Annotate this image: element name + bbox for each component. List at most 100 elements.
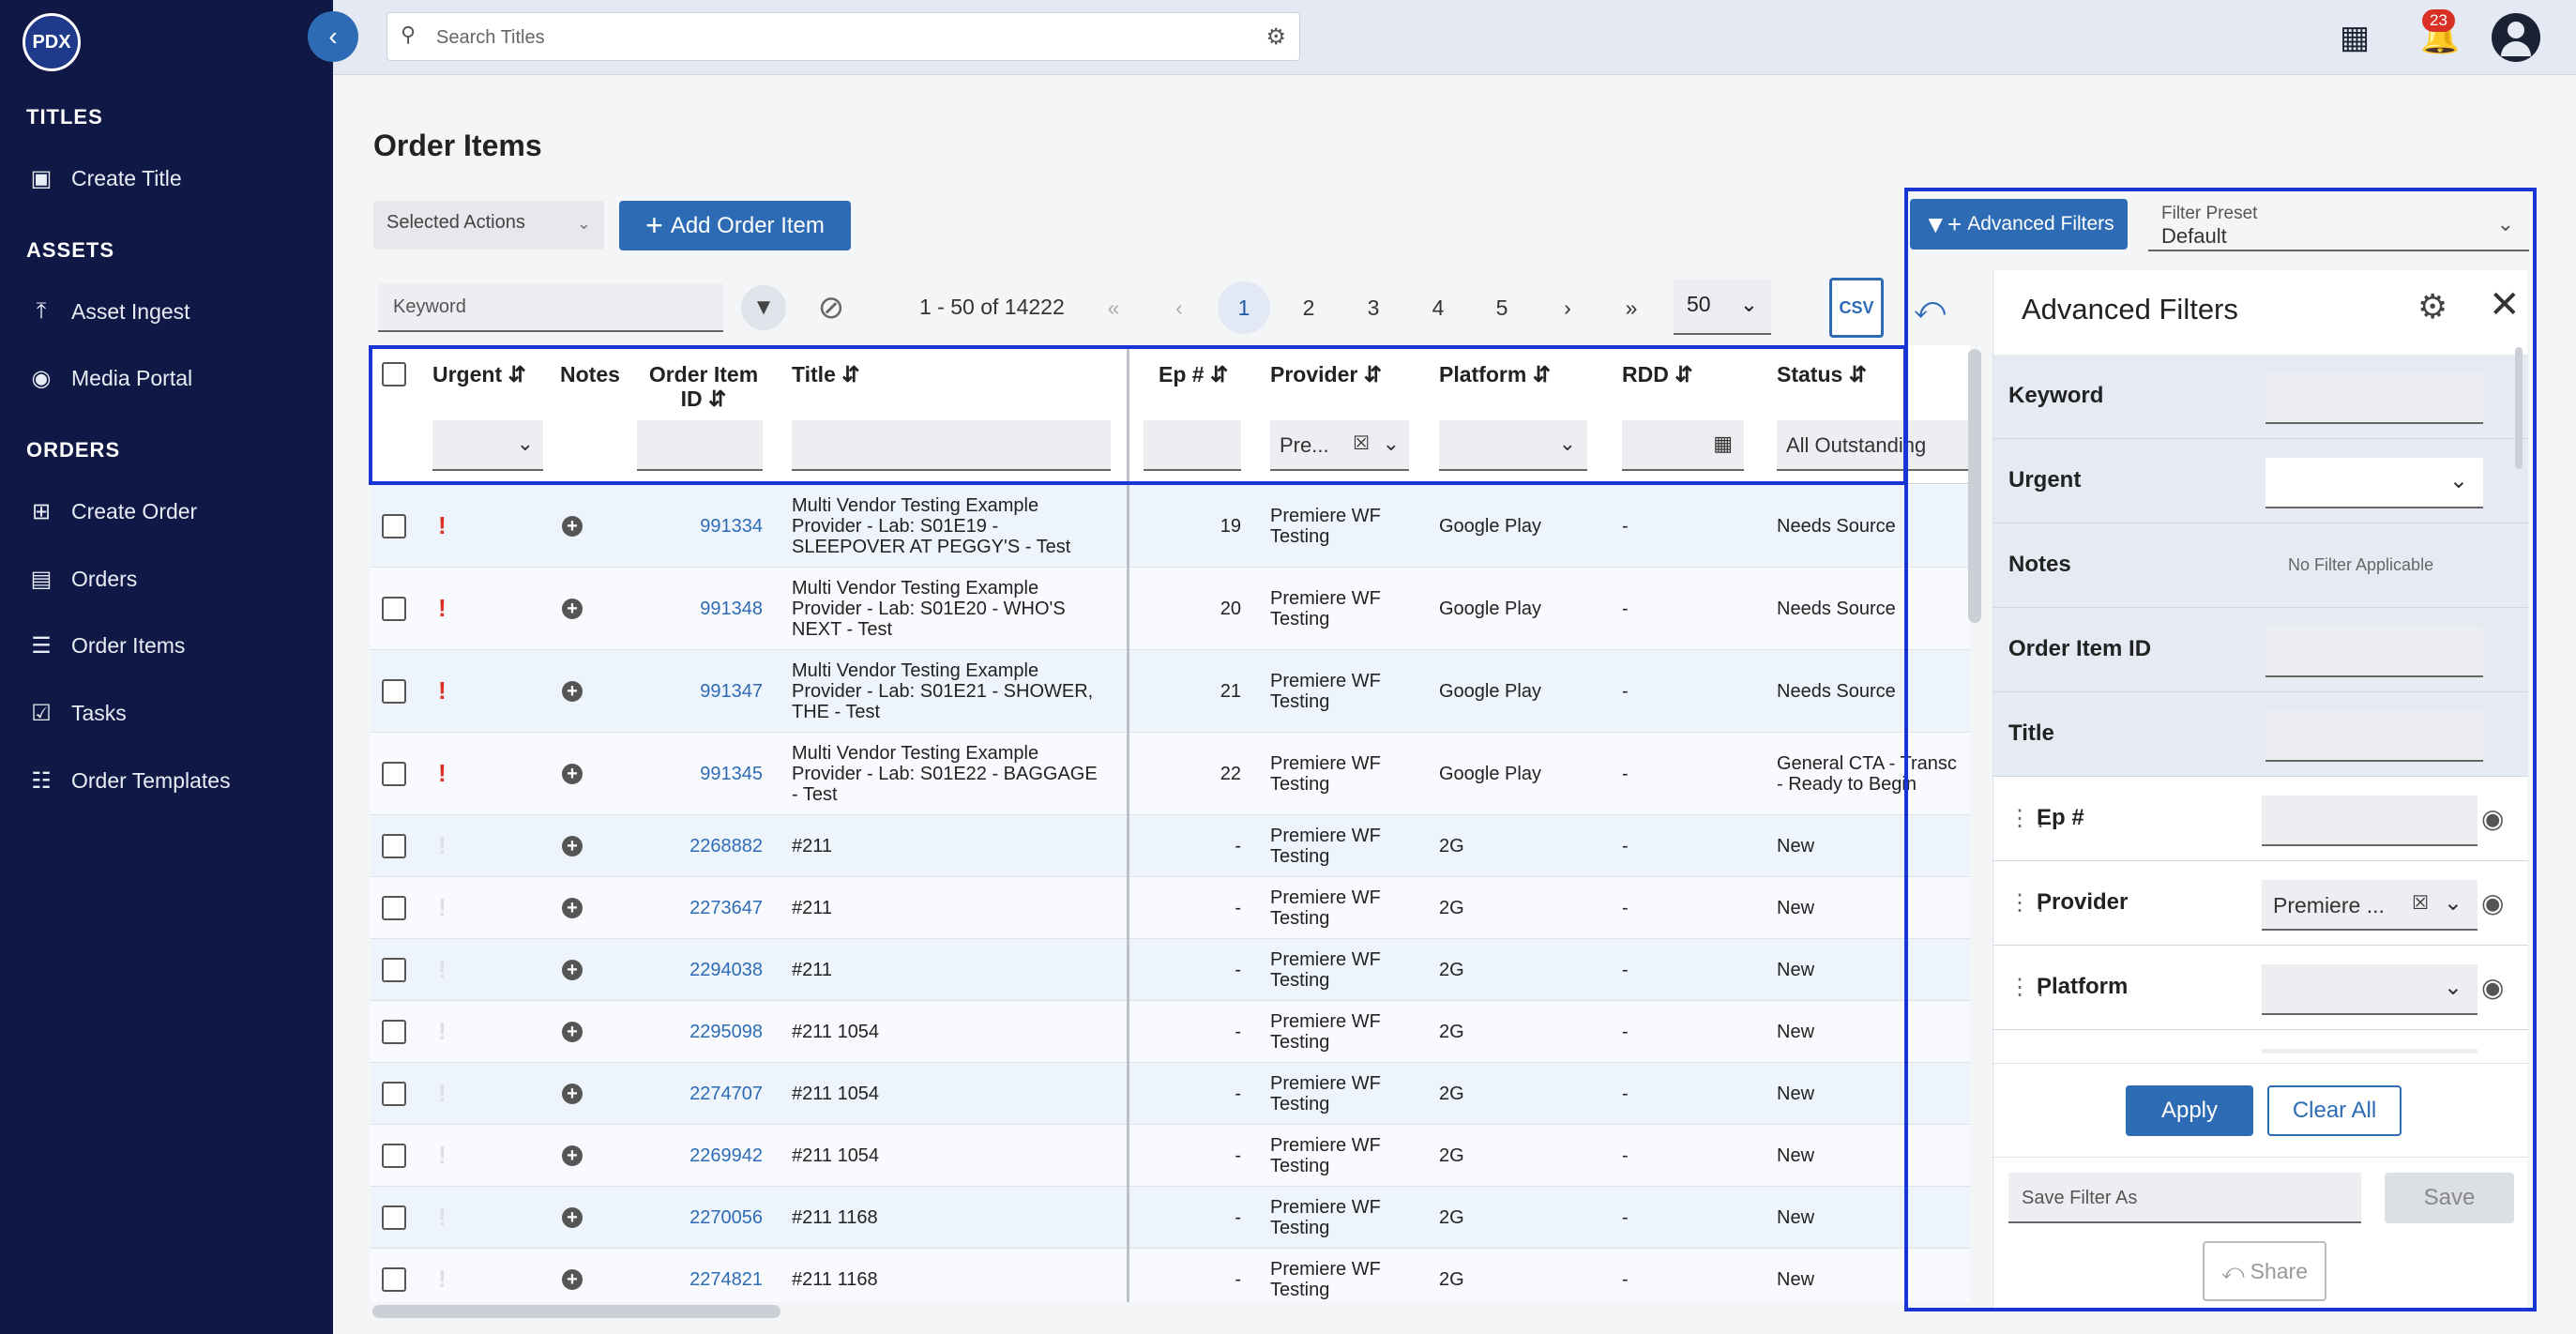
upload-icon: ⤒	[36, 298, 47, 324]
sidebar-item-label: Media Portal	[71, 365, 193, 390]
row-provider: Premiere WF Testing	[1270, 588, 1381, 629]
row-rdd: -	[1622, 1269, 1629, 1290]
column-divider[interactable]	[1127, 345, 1129, 1302]
row-platform: 2G	[1439, 1084, 1464, 1104]
row-ep: -	[1235, 1207, 1241, 1228]
list-icon: ☰	[31, 632, 52, 659]
table-row[interactable]: ! +2294038 #211- Premiere WF Testing 2G - New	[371, 939, 1970, 1001]
table-row[interactable]: ! +2274707 #211 1054- Premiere WF Testing 2G -…	[371, 1063, 1970, 1125]
page-2-button[interactable]: 2	[1289, 289, 1328, 326]
selected-actions-dropdown[interactable]: Selected Actions ⌄	[373, 201, 604, 250]
row-rdd: -	[1622, 1022, 1629, 1042]
add-order-item-button[interactable]: + Add Order Item	[619, 201, 851, 250]
row-provider: Premiere WF Testing	[1270, 1073, 1381, 1114]
row-ep: 19	[1220, 516, 1241, 537]
sidebar-item-label: Orders	[71, 566, 138, 591]
table-row[interactable]: ! +2273647 #211- Premiere WF Testing 2G - New	[371, 877, 1970, 939]
advanced-filters-outline	[1904, 188, 2537, 1311]
add-box-icon: ⊞	[31, 498, 52, 524]
row-status: New	[1777, 1084, 1815, 1104]
horizontal-scrollbar[interactable]	[372, 1305, 780, 1318]
table-row[interactable]: ! +991348 Multi Vendor Testing Example Prov…	[371, 568, 1970, 650]
eye-icon: ◉	[31, 365, 52, 391]
row-rdd: -	[1622, 1084, 1629, 1104]
section-orders: ORDERS	[26, 438, 121, 462]
page-1-button[interactable]: 1	[1218, 281, 1270, 334]
section-assets: ASSETS	[26, 238, 115, 262]
table-row[interactable]: ! +2295098 #211 1054- Premiere WF Testing 2G -…	[371, 1001, 1970, 1063]
tune-icon[interactable]: ⚙	[1265, 23, 1286, 51]
search-placeholder: Search Titles	[436, 27, 545, 48]
clipboard-check-icon: ☑	[31, 700, 52, 726]
sidebar-item-asset-ingest[interactable]: ⤒ Asset Ingest	[26, 293, 190, 330]
sidebar-item-order-items[interactable]: ☰ Order Items	[26, 627, 185, 664]
filter-icon[interactable]: ▼	[741, 285, 786, 330]
table-row[interactable]: ! +2269942 #211 1054- Premiere WF Testing 2G -…	[371, 1125, 1970, 1187]
prev-page-button[interactable]: ‹	[1159, 289, 1199, 326]
sidebar-item-orders[interactable]: ▤ Orders	[26, 560, 138, 598]
table-row[interactable]: ! +2274821 #211 1168- Premiere WF Testing 2G -…	[371, 1249, 1970, 1302]
next-page-button[interactable]: ›	[1548, 289, 1587, 326]
order-items-table: Urgent ⇵ Notes Order Item ID ⇵ Title ⇵ Ep…	[371, 345, 1970, 1302]
row-platform: Google Play	[1439, 764, 1541, 784]
sidebar-item-order-templates[interactable]: ☷ Order Templates	[26, 762, 230, 799]
pdx-logo[interactable]: PDX	[23, 13, 81, 71]
sidebar-item-tasks[interactable]: ☑ Tasks	[26, 694, 127, 732]
sidebar: PDX TITLES ▣ Create Title ASSETS ⤒ Asset…	[0, 0, 333, 1334]
table-row[interactable]: ! +991334 Multi Vendor Testing Example Prov…	[371, 485, 1970, 568]
row-platform: 2G	[1439, 960, 1464, 980]
table-row[interactable]: ! +2270056 #211 1168- Premiere WF Testing 2G -…	[371, 1187, 1970, 1249]
row-provider: Premiere WF Testing	[1270, 1135, 1381, 1176]
sidebar-item-create-title[interactable]: ▣ Create Title	[26, 159, 182, 197]
collapse-sidebar-button[interactable]: ‹	[308, 11, 358, 62]
page-size-select[interactable]: 50 ⌄	[1674, 279, 1771, 335]
search-input[interactable]: ⚲ Search Titles ⚙	[386, 12, 1300, 61]
first-page-button[interactable]: «	[1094, 289, 1133, 326]
keyword-input[interactable]: Keyword	[378, 283, 723, 332]
page-4-button[interactable]: 4	[1418, 289, 1458, 326]
row-status: New	[1777, 836, 1815, 856]
row-platform: Google Play	[1439, 516, 1541, 537]
table-row[interactable]: ! +2268882 #211- Premiere WF Testing 2G - New	[371, 815, 1970, 877]
row-provider: Premiere WF Testing	[1270, 753, 1381, 795]
selected-actions-label: Selected Actions	[386, 212, 525, 233]
row-provider: Premiere WF Testing	[1270, 1011, 1381, 1053]
row-platform: Google Play	[1439, 599, 1541, 619]
page-3-button[interactable]: 3	[1354, 289, 1393, 326]
clear-filter-icon[interactable]: ⊘	[809, 285, 854, 330]
row-platform: Google Play	[1439, 681, 1541, 702]
row-provider: Premiere WF Testing	[1270, 949, 1381, 991]
row-ep: -	[1235, 960, 1241, 980]
row-provider: Premiere WF Testing	[1270, 826, 1381, 867]
row-ep: 22	[1220, 764, 1241, 784]
row-platform: 2G	[1439, 1022, 1464, 1042]
csv-export-icon[interactable]: CSV	[1829, 278, 1884, 338]
table-row[interactable]: ! +991347 Multi Vendor Testing Example Prov…	[371, 650, 1970, 733]
row-platform: 2G	[1439, 836, 1464, 856]
sidebar-item-create-order[interactable]: ⊞ Create Order	[26, 493, 197, 530]
section-titles: TITLES	[26, 105, 103, 129]
row-status: Needs Source	[1777, 516, 1896, 537]
sidebar-item-label: Order Items	[71, 632, 186, 658]
table-row[interactable]: ! +991345 Multi Vendor Testing Example Prov…	[371, 733, 1970, 815]
notification-badge: 23	[2422, 9, 2455, 32]
sidebar-item-media-portal[interactable]: ◉ Media Portal	[26, 359, 193, 397]
row-rdd: -	[1622, 764, 1629, 784]
row-rdd: -	[1622, 516, 1629, 537]
dashboard-icon[interactable]: ▦	[2340, 19, 2370, 56]
row-ep: -	[1235, 1022, 1241, 1042]
row-ep: -	[1235, 898, 1241, 918]
row-status: New	[1777, 1269, 1815, 1290]
row-status: New	[1777, 1207, 1815, 1228]
row-platform: 2G	[1439, 1269, 1464, 1290]
row-provider: Premiere WF Testing	[1270, 671, 1381, 712]
row-rdd: -	[1622, 599, 1629, 619]
row-status: New	[1777, 898, 1815, 918]
page-5-button[interactable]: 5	[1482, 289, 1522, 326]
chevron-down-icon: ⌄	[576, 214, 591, 233]
row-platform: 2G	[1439, 1145, 1464, 1166]
avatar[interactable]	[2492, 13, 2540, 62]
table-icon: ☷	[31, 767, 52, 794]
last-page-button[interactable]: »	[1612, 289, 1651, 326]
chevron-left-icon: ‹	[328, 22, 338, 51]
